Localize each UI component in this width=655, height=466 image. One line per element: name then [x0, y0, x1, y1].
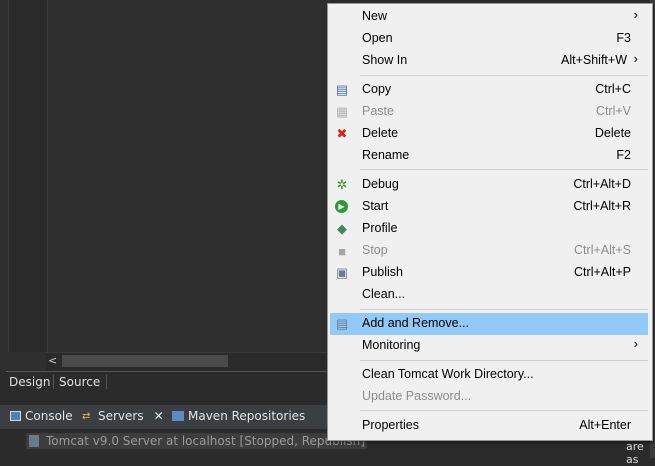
- menu-item-shortcut: Alt+Shift+W: [561, 53, 627, 67]
- server-row[interactable]: Tomcat v9.0 Server at localhost [Stopped…: [26, 433, 367, 449]
- menu-item-shortcut: Ctrl+Alt+S: [574, 243, 631, 257]
- menu-item-clean[interactable]: Clean...: [330, 284, 648, 306]
- menu-item-show-in[interactable]: Show In Alt+Shift+W ›: [330, 50, 648, 72]
- menu-item-shortcut: Ctrl+Alt+R: [573, 199, 631, 213]
- menu-item-shortcut: F2: [616, 148, 631, 162]
- maven-icon: [172, 411, 184, 421]
- menu-item-label: Debug: [362, 177, 399, 191]
- delete-icon: ✖: [336, 126, 348, 141]
- menu-item-new[interactable]: New ›: [330, 6, 648, 28]
- menu-item-add-and-remove[interactable]: ▤ Add and Remove...: [330, 313, 648, 335]
- menu-item-shortcut: Delete: [594, 126, 631, 140]
- scroll-left-icon[interactable]: <: [48, 354, 57, 367]
- menu-item-label: Start: [362, 199, 389, 213]
- chevron-right-icon: ›: [633, 336, 638, 351]
- menu-item-publish[interactable]: ▣ Publish Ctrl+Alt+P: [330, 262, 648, 284]
- menu-item-label: Delete: [362, 126, 399, 140]
- menu-item-label: Profile: [362, 221, 398, 235]
- publish-icon: ▣: [335, 265, 349, 280]
- servers-icon: ⇄: [82, 411, 91, 422]
- debug-icon: ✲: [336, 177, 348, 192]
- menu-item-shortcut: Ctrl+C: [595, 82, 631, 96]
- menu-item-start[interactable]: ▶ Start Ctrl+Alt+R: [330, 196, 648, 218]
- copy-icon: ▤: [335, 82, 349, 97]
- stop-icon: ■: [338, 243, 346, 259]
- chevron-right-icon: ›: [633, 7, 638, 22]
- profile-icon: ◆: [337, 221, 347, 236]
- menu-item-properties[interactable]: Properties Alt+Enter: [330, 415, 648, 437]
- menu-item-stop[interactable]: ■ Stop Ctrl+Alt+S: [330, 240, 648, 262]
- menu-item-copy[interactable]: ▤ Copy Ctrl+C: [330, 79, 648, 101]
- console-icon: [10, 411, 21, 421]
- tab-servers[interactable]: ⇄ Servers ✕: [82, 409, 164, 423]
- right-panel-text: are as: [626, 440, 644, 466]
- menu-item-delete[interactable]: ✖ Delete Delete: [330, 123, 648, 145]
- menu-item-monitoring[interactable]: Monitoring ›: [330, 335, 648, 357]
- menu-item-label: Clean Tomcat Work Directory...: [362, 367, 534, 381]
- paste-icon: ▦: [335, 104, 349, 119]
- add-remove-icon: ▤: [335, 316, 349, 331]
- menu-item-label: Publish: [362, 265, 403, 279]
- server-icon: [29, 435, 39, 447]
- start-icon: ▶: [335, 200, 348, 213]
- menu-item-debug[interactable]: ✲ Debug Ctrl+Alt+D: [330, 174, 648, 196]
- scrollbar-thumb[interactable]: [62, 355, 228, 367]
- menu-item-open[interactable]: Open F3: [330, 28, 648, 50]
- menu-item-label: Update Password...: [362, 389, 472, 403]
- menu-separator: [360, 169, 648, 170]
- menu-item-label: Show In: [362, 53, 408, 67]
- tab-maven-repositories[interactable]: Maven Repositories: [172, 409, 305, 423]
- server-row-label: Tomcat v9.0 Server at localhost [Stopped…: [46, 434, 365, 448]
- menu-item-shortcut: Alt+Enter: [579, 418, 631, 432]
- tab-source[interactable]: Source: [56, 375, 108, 389]
- menu-item-label: Copy: [362, 82, 392, 96]
- menu-item-shortcut: Ctrl+Alt+D: [573, 177, 631, 191]
- menu-item-label: Rename: [362, 148, 410, 162]
- editor-area[interactable]: [0, 0, 330, 370]
- menu-item-shortcut: Ctrl+V: [595, 104, 631, 118]
- menu-item-label: Paste: [362, 104, 394, 118]
- menu-separator: [360, 309, 648, 310]
- editor-gutter: [8, 0, 48, 352]
- horizontal-scrollbar[interactable]: <: [46, 352, 330, 370]
- menu-item-paste[interactable]: ▦ Paste Ctrl+V: [330, 101, 648, 123]
- menu-separator: [360, 410, 648, 411]
- menu-item-label: Properties: [362, 418, 419, 432]
- view-tab-bar: Console ⇄ Servers ✕ Maven Repositories: [0, 405, 330, 429]
- menu-item-profile[interactable]: ◆ Profile: [330, 218, 648, 240]
- menu-item-label: Stop: [362, 243, 388, 257]
- menu-item-label: Add and Remove...: [362, 316, 470, 330]
- menu-item-rename[interactable]: Rename F2: [330, 145, 648, 167]
- menu-separator: [360, 360, 648, 361]
- tab-maven-label: Maven Repositories: [188, 409, 306, 423]
- editor-mode-tabs: Design Source: [6, 371, 330, 396]
- tab-servers-label: Servers: [98, 409, 144, 423]
- context-menu: New › Open F3 Show In Alt+Shift+W › ▤ Copy Ctrl+C…: [327, 3, 653, 441]
- menu-separator: [360, 75, 648, 76]
- tab-design[interactable]: Design: [6, 375, 55, 389]
- menu-item-label: Clean...: [362, 287, 406, 301]
- menu-item-shortcut: Ctrl+Alt+P: [574, 265, 631, 279]
- menu-item-update-password[interactable]: Update Password...: [330, 386, 648, 408]
- tab-console-label: Console: [25, 409, 73, 423]
- tab-console[interactable]: Console: [10, 409, 73, 423]
- chevron-right-icon: ›: [633, 51, 638, 66]
- menu-item-shortcut: F3: [616, 31, 631, 45]
- menu-item-label: New: [362, 9, 388, 23]
- menu-item-clean-tomcat-work-directory[interactable]: Clean Tomcat Work Directory...: [330, 364, 648, 386]
- menu-item-label: Monitoring: [362, 338, 421, 352]
- menu-item-label: Open: [362, 31, 393, 45]
- close-icon[interactable]: ✕: [154, 409, 164, 423]
